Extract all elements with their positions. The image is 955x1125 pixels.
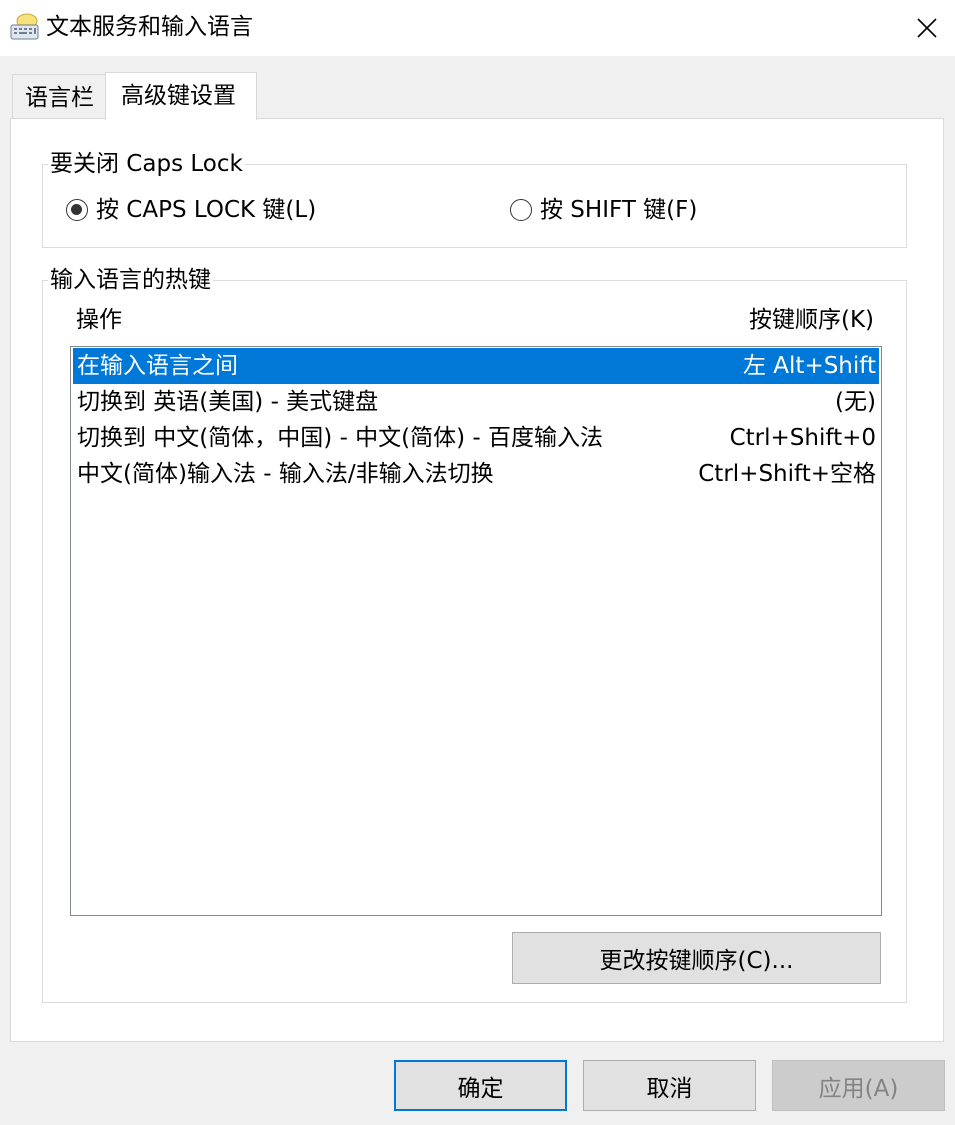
apply-button[interactable]: 应用(A) [772, 1060, 945, 1111]
tab-label: 语言栏 [25, 85, 94, 111]
list-item-action: 切换到 英语(美国) - 美式键盘 [77, 389, 379, 415]
list-item-key: Ctrl+Shift+空格 [698, 461, 876, 487]
radio-checked-icon [66, 199, 88, 221]
cancel-button[interactable]: 取消 [583, 1060, 756, 1111]
change-key-sequence-button[interactable]: 更改按键顺序(C)... [512, 932, 881, 984]
tab-language-bar[interactable]: 语言栏 [12, 74, 107, 118]
radio-label: 按 SHIFT 键(F) [540, 197, 698, 223]
list-item-key: Ctrl+Shift+0 [729, 425, 876, 451]
list-item[interactable]: 在输入语言之间 左 Alt+Shift [73, 348, 879, 384]
list-item[interactable]: 切换到 中文(简体，中国) - 中文(简体) - 百度输入法 Ctrl+Shif… [73, 420, 879, 456]
keyboard-icon [10, 12, 40, 42]
list-item[interactable]: 中文(简体)输入法 - 输入法/非输入法切换 Ctrl+Shift+空格 [73, 456, 879, 492]
column-header-action[interactable]: 操作 [76, 305, 122, 335]
window-title: 文本服务和输入语言 [46, 14, 253, 40]
title-bar: 文本服务和输入语言 [0, 0, 955, 56]
list-item-action: 在输入语言之间 [77, 353, 238, 379]
close-icon [917, 18, 937, 38]
radio-label: 按 CAPS LOCK 键(L) [96, 197, 317, 223]
tab-label: 高级键设置 [121, 83, 236, 109]
list-item-key: (无) [835, 389, 876, 415]
list-item-action: 切换到 中文(简体，中国) - 中文(简体) - 百度输入法 [77, 425, 604, 451]
list-item-action: 中文(简体)输入法 - 输入法/非输入法切换 [77, 461, 494, 487]
hotkeys-group-title: 输入语言的热键 [48, 265, 213, 295]
radio-press-caps-lock[interactable]: 按 CAPS LOCK 键(L) [66, 195, 316, 225]
hotkey-list[interactable]: 在输入语言之间 左 Alt+Shift 切换到 英语(美国) - 美式键盘 (无… [70, 346, 882, 916]
list-item[interactable]: 切换到 英语(美国) - 美式键盘 (无) [73, 384, 879, 420]
dialog-window: 文本服务和输入语言 语言栏 高级键设置 要关闭 Caps Lock 按 CAPS… [0, 0, 955, 1125]
radio-unchecked-icon [510, 199, 532, 221]
ok-button[interactable]: 确定 [394, 1060, 567, 1111]
tab-advanced-key-settings[interactable]: 高级键设置 [105, 72, 257, 120]
list-item-key: 左 Alt+Shift [742, 353, 876, 379]
column-header-key-sequence[interactable]: 按键顺序(K) [749, 305, 874, 335]
caps-lock-group-title: 要关闭 Caps Lock [48, 149, 245, 179]
close-button[interactable] [899, 0, 955, 56]
radio-press-shift[interactable]: 按 SHIFT 键(F) [510, 195, 697, 225]
